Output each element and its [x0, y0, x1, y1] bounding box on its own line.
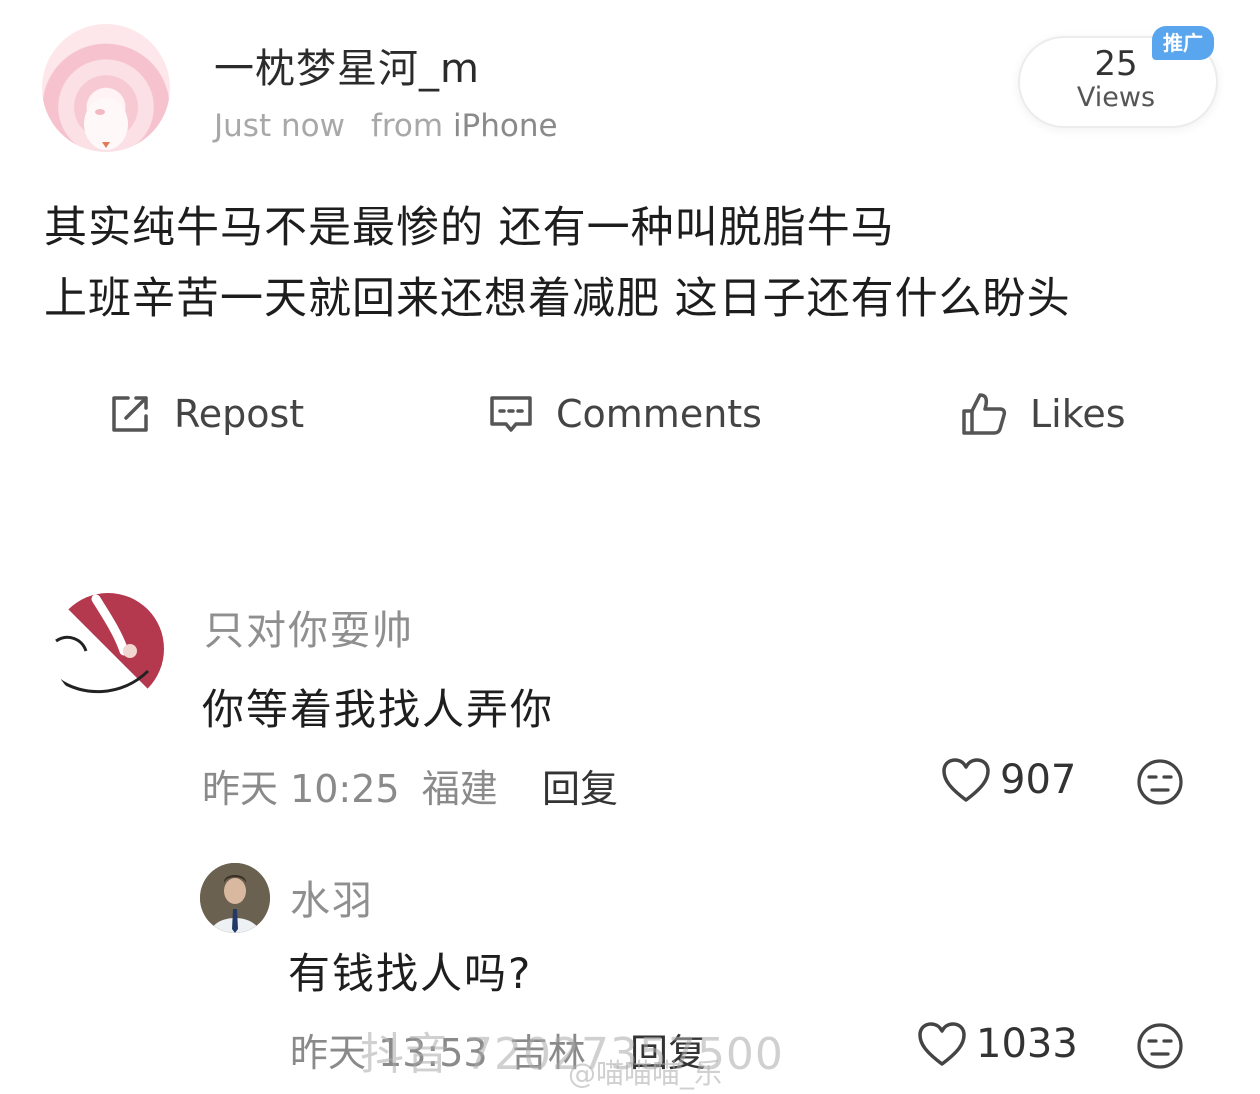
- heart-icon: [942, 758, 990, 802]
- emoji-face-icon: [1137, 1023, 1183, 1069]
- comment-location: 福建: [421, 767, 498, 811]
- comment-icon: [490, 396, 532, 432]
- avatar-illustration-icon: [84, 98, 128, 150]
- reply-text: 有钱找人吗?: [288, 949, 533, 998]
- views-label: Views: [1076, 82, 1156, 113]
- likes-label: Likes: [1030, 392, 1126, 436]
- emoji-face-icon: [1137, 759, 1183, 805]
- reply-avatar[interactable]: [200, 863, 270, 933]
- comment-date: 昨天 10:25: [202, 767, 400, 811]
- post-source-prefix: from: [370, 108, 444, 144]
- post-time: Just now: [214, 108, 345, 144]
- comment-avatar[interactable]: [52, 593, 164, 705]
- repost-label: Repost: [174, 392, 305, 436]
- heart-icon: [918, 1022, 966, 1066]
- avatar-illustration-icon: [52, 593, 164, 705]
- comment-like-count: 907: [1000, 757, 1077, 803]
- post-author-avatar[interactable]: [42, 24, 170, 152]
- comment-text: 你等着我找人弄你: [202, 685, 555, 734]
- comment-username[interactable]: 只对你耍帅: [204, 598, 414, 656]
- likes-button[interactable]: Likes: [960, 388, 1126, 440]
- post-text-line-1: 其实纯牛马不是最惨的 还有一种叫脱脂牛马: [44, 203, 895, 253]
- comment-reply-button[interactable]: 回复: [542, 758, 618, 813]
- comments-button[interactable]: Comments: [488, 388, 762, 440]
- post-text-line-2: 上班辛苦一天就回来还想着减肥 这日子还有什么盼头: [44, 274, 1071, 324]
- watermark-sub: @喵喵喵_乐: [568, 1057, 723, 1090]
- promo-badge: 推广: [1152, 26, 1214, 60]
- reply-emoji-button[interactable]: [1136, 1022, 1184, 1074]
- repost-icon: [112, 396, 148, 432]
- comment-like-button[interactable]: 907: [940, 756, 1076, 804]
- comments-label: Comments: [556, 392, 762, 436]
- reply-like-button[interactable]: 1033: [916, 1020, 1078, 1068]
- thumbs-up-icon: [962, 393, 1007, 435]
- post-author-name[interactable]: 一枕梦星河_m: [214, 36, 480, 94]
- reply-like-count: 1033: [976, 1021, 1078, 1067]
- repost-button[interactable]: Repost: [108, 388, 304, 440]
- post-device: iPhone: [452, 108, 558, 144]
- comment-emoji-button[interactable]: [1136, 758, 1184, 810]
- comment-meta: 昨天 10:25 福建: [202, 758, 498, 813]
- reply-username[interactable]: 水羽: [290, 868, 374, 926]
- avatar-photo-icon: [200, 863, 270, 933]
- post-meta: Just now from iPhone: [214, 108, 558, 144]
